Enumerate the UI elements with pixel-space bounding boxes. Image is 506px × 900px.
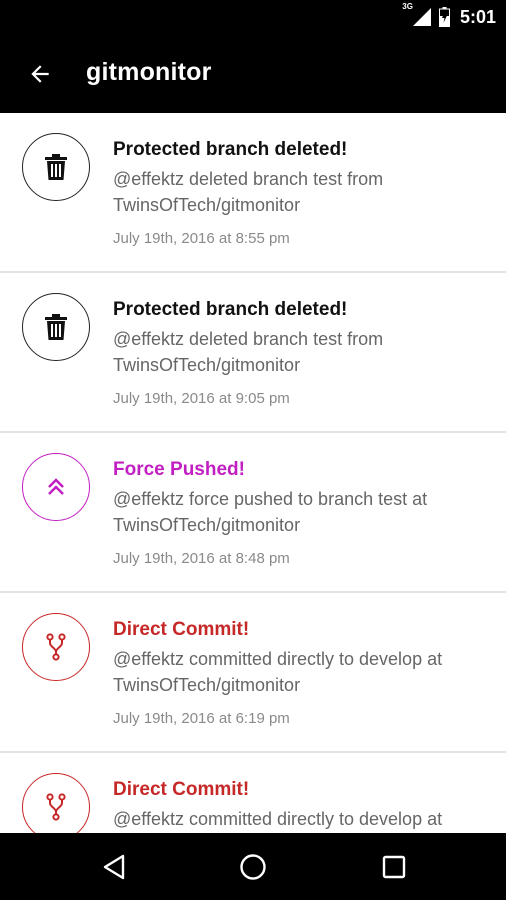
- nav-recents-button[interactable]: [376, 849, 412, 885]
- nav-recents-icon: [382, 855, 406, 879]
- app-bar: gitmonitor: [0, 34, 506, 113]
- list-item[interactable]: Direct Commit! @effektz committed direct…: [0, 753, 506, 833]
- event-date: July 19th, 2016 at 8:48 pm: [113, 550, 290, 567]
- git-branch-icon: [46, 793, 66, 821]
- event-title: Protected branch deleted!: [113, 139, 348, 160]
- event-icon-circle: [22, 293, 90, 361]
- event-icon-circle: [22, 133, 90, 201]
- trash-icon: [45, 314, 67, 340]
- event-icon-circle: [22, 453, 90, 521]
- event-date: July 19th, 2016 at 8:55 pm: [113, 230, 290, 247]
- event-icon-circle: [22, 613, 90, 681]
- nav-back-button[interactable]: [96, 849, 132, 885]
- event-description: @effektz committed directly to develop a…: [113, 809, 443, 829]
- list-item[interactable]: Protected branch deleted! @effektz delet…: [0, 273, 506, 433]
- nav-back-icon: [103, 854, 125, 880]
- event-description: @effektz force pushed to branch test at …: [113, 489, 428, 535]
- event-date: July 19th, 2016 at 6:19 pm: [113, 710, 290, 727]
- battery-icon: [438, 7, 450, 27]
- event-title: Force Pushed!: [113, 459, 245, 480]
- signal-icon: [412, 8, 431, 26]
- event-icon-circle: [22, 773, 90, 833]
- event-description: @effektz committed directly to develop a…: [113, 649, 443, 695]
- event-description: @effektz deleted branch test from TwinsO…: [113, 169, 384, 215]
- back-button[interactable]: [22, 56, 58, 92]
- event-title: Direct Commit!: [113, 619, 250, 640]
- navigation-bar: [0, 833, 506, 900]
- network-type: 3G: [402, 2, 413, 11]
- app-title: gitmonitor: [86, 58, 212, 86]
- nav-home-button[interactable]: [235, 849, 271, 885]
- event-title: Direct Commit!: [113, 779, 250, 800]
- list-item[interactable]: Force Pushed! @effektz force pushed to b…: [0, 433, 506, 593]
- arrow-back-icon: [31, 65, 49, 83]
- event-date: July 19th, 2016 at 9:05 pm: [113, 390, 290, 407]
- status-icons: 3G 5:01: [402, 0, 496, 34]
- trash-icon: [45, 154, 67, 180]
- list-item[interactable]: Protected branch deleted! @effektz delet…: [0, 113, 506, 273]
- status-bar: 3G 5:01: [0, 0, 506, 34]
- double-chevron-up-icon: [48, 478, 64, 495]
- event-title: Protected branch deleted!: [113, 299, 348, 320]
- status-time: 5:01: [459, 6, 496, 27]
- list-item[interactable]: Direct Commit! @effektz committed direct…: [0, 593, 506, 753]
- notification-list[interactable]: Protected branch deleted! @effektz delet…: [0, 113, 506, 833]
- nav-home-icon: [240, 854, 266, 880]
- event-description: @effektz deleted branch test from TwinsO…: [113, 329, 384, 375]
- signal-indicator: 3G: [402, 2, 431, 26]
- git-branch-icon: [46, 633, 66, 661]
